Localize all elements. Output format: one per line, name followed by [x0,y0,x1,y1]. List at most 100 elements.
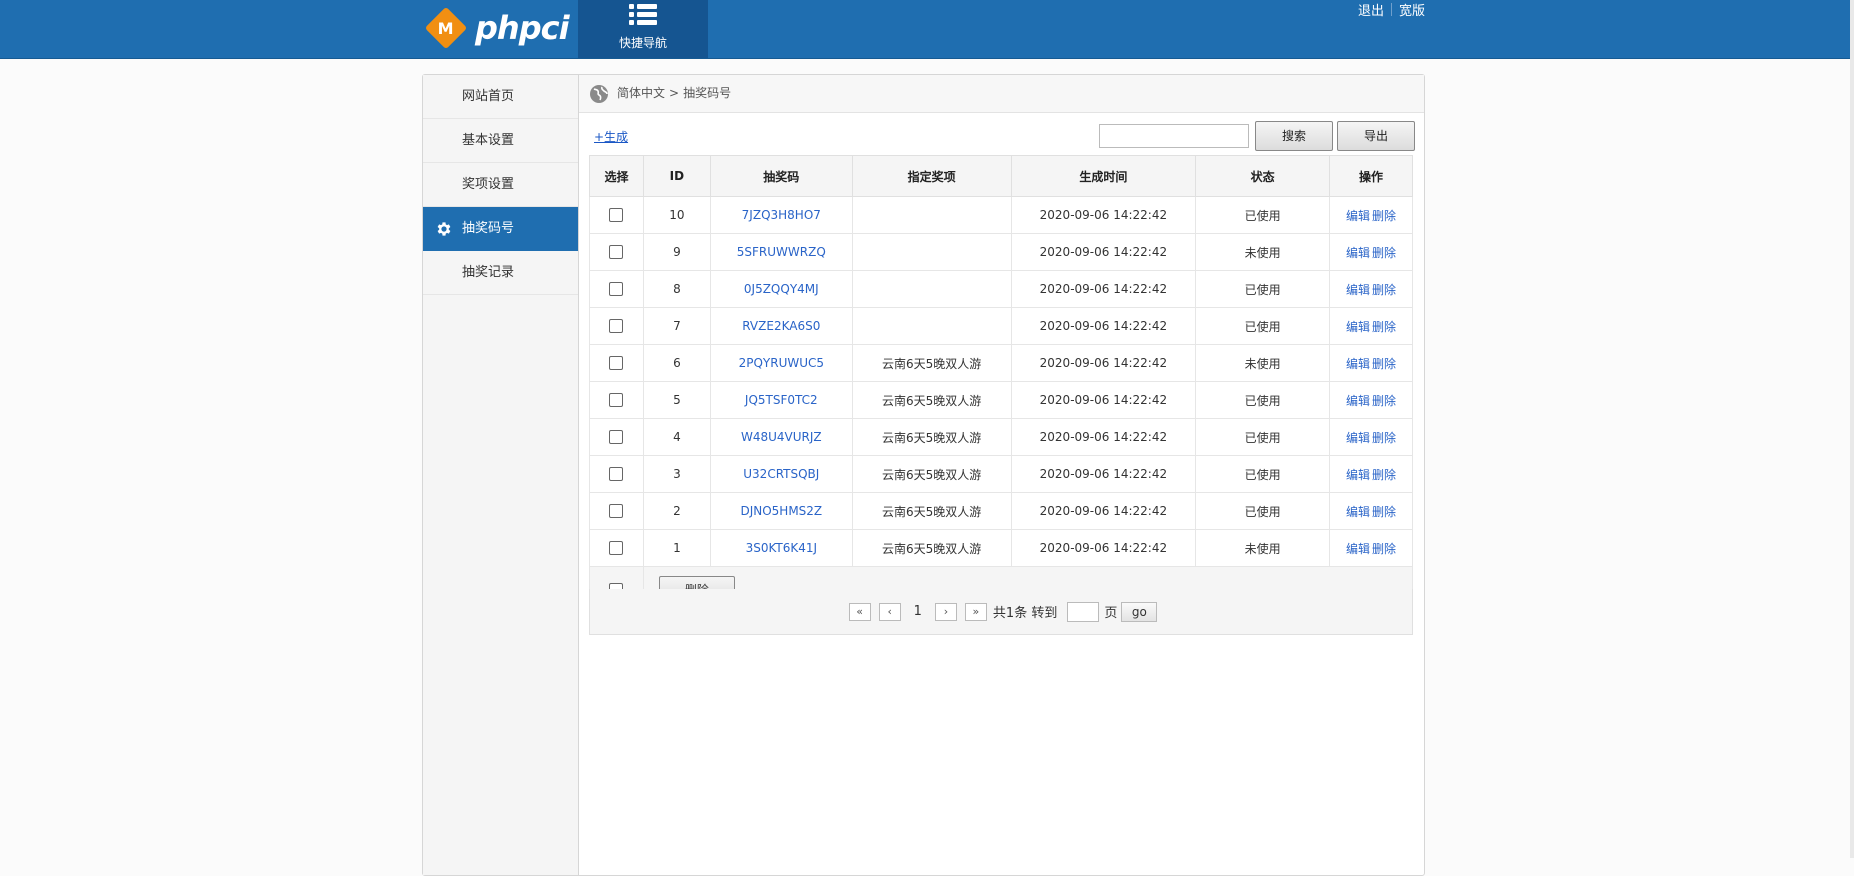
edit-link[interactable]: 编辑 [1346,394,1370,408]
cell-actions: 编辑 删除 [1329,270,1413,308]
cell-status: 已使用 [1195,418,1331,456]
quick-nav-button[interactable]: 快捷导航 [578,0,708,58]
generate-link[interactable]: +生成 [594,128,628,145]
cell-code[interactable]: 2PQYRUWUC5 [709,344,853,382]
row-checkbox[interactable] [609,282,624,297]
col-header-actions: 操作 [1329,155,1413,197]
search-input[interactable] [1099,124,1249,148]
page-scrollbar[interactable] [1850,0,1854,858]
first-page-button[interactable]: « [848,602,871,621]
row-checkbox[interactable] [609,208,624,223]
delete-link[interactable]: 删除 [1372,468,1396,482]
sidebar-item-prize-settings[interactable]: 奖项设置 [423,163,578,207]
delete-link[interactable]: 删除 [1372,320,1396,334]
cell-time: 2020-09-06 14:22:42 [1010,492,1197,530]
cell-prize: 云南6天5晚双人游 [851,418,1012,456]
cell-code[interactable]: W48U4VURJZ [709,418,853,456]
cell-actions: 编辑 删除 [1329,196,1413,234]
row-checkbox[interactable] [609,245,624,260]
delete-link[interactable]: 删除 [1372,394,1396,408]
breadcrumb: 简体中文 > 抽奖码号 [579,75,1424,113]
header-divider [1391,3,1393,16]
cell-actions: 编辑 删除 [1329,381,1413,419]
edit-link[interactable]: 编辑 [1346,283,1370,297]
table-row: 1 3S0KT6K41J 云南6天5晚双人游 2020-09-06 14:22:42 未… [589,529,1413,567]
prev-page-button[interactable]: ‹ [878,602,901,621]
cell-id: 3 [642,455,711,493]
cell-time: 2020-09-06 14:22:42 [1010,529,1197,567]
breadcrumb-root[interactable]: 简体中文 [617,75,665,112]
cell-id: 8 [642,270,711,308]
sidebar-item-lottery-records[interactable]: 抽奖记录 [423,251,578,295]
edit-link[interactable]: 编辑 [1346,357,1370,371]
cell-code[interactable]: 3S0KT6K41J [709,529,853,567]
table-row: 10 7JZQ3H8HO7 2020-09-06 14:22:42 已使用 编辑 删除 [589,196,1413,234]
cell-id: 10 [642,196,711,234]
cell-code[interactable]: 0J5ZQQY4MJ [709,270,853,308]
delete-link[interactable]: 删除 [1372,283,1396,297]
cell-time: 2020-09-06 14:22:42 [1010,381,1197,419]
cell-status: 未使用 [1195,344,1331,382]
export-button[interactable]: 导出 [1337,121,1415,151]
globe-icon [590,84,608,103]
edit-link[interactable]: 编辑 [1346,209,1370,223]
last-page-button[interactable]: » [964,602,987,621]
delete-link[interactable]: 删除 [1372,505,1396,519]
col-header-prize: 指定奖项 [851,155,1012,197]
edit-link[interactable]: 编辑 [1346,320,1370,334]
cell-code[interactable]: 7JZQ3H8HO7 [709,196,853,234]
edit-link[interactable]: 编辑 [1346,431,1370,445]
col-header-id[interactable]: ID [642,155,711,197]
cell-code[interactable]: RVZE2KA6S0 [709,307,853,345]
edit-link[interactable]: 编辑 [1346,468,1370,482]
row-checkbox[interactable] [609,319,624,334]
edit-link[interactable]: 编辑 [1346,246,1370,260]
cell-prize [851,233,1012,271]
next-page-button[interactable]: › [934,602,957,621]
row-checkbox[interactable] [609,393,624,408]
cell-code[interactable]: JQ5TSF0TC2 [709,381,853,419]
wide-layout-link[interactable]: 宽版 [1399,0,1425,19]
cell-status: 已使用 [1195,455,1331,493]
cell-time: 2020-09-06 14:22:42 [1010,344,1197,382]
lottery-code-table: 选择 ID 抽奖码 指定奖项 生成时间 状态 操作 10 7JZQ3H8HO7 20… [589,155,1414,614]
go-button[interactable]: go [1121,601,1158,622]
breadcrumb-separator: > [669,86,680,100]
delete-link[interactable]: 删除 [1372,431,1396,445]
row-checkbox[interactable] [609,504,624,519]
page-jump-input[interactable] [1067,601,1100,622]
sidebar-item-lottery-codes[interactable]: 抽奖码号 [423,207,578,251]
logo[interactable]: M phpci [424,6,570,50]
cell-actions: 编辑 删除 [1329,529,1413,567]
edit-link[interactable]: 编辑 [1346,542,1370,556]
cell-id: 4 [642,418,711,456]
delete-link[interactable]: 删除 [1372,209,1396,223]
header-links: 退出 宽版 [1358,0,1425,19]
sidebar-item-home[interactable]: 网站首页 [423,75,578,119]
delete-link[interactable]: 删除 [1372,246,1396,260]
cell-code[interactable]: DJNO5HMS2Z [709,492,853,530]
edit-link[interactable]: 编辑 [1346,505,1370,519]
row-checkbox[interactable] [609,356,624,371]
content-area: 简体中文 > 抽奖码号 +生成 搜索 导出 选择 ID 抽奖码 指定奖项 生成时… [579,75,1424,875]
logout-link[interactable]: 退出 [1358,0,1384,19]
table-row: 9 5SFRUWWRZQ 2020-09-06 14:22:42 未使用 编辑 删除 [589,233,1413,271]
cell-id: 7 [642,307,711,345]
row-checkbox[interactable] [609,541,624,556]
current-page-number[interactable]: 1 [914,604,922,619]
cell-code[interactable]: U32CRTSQBJ [709,455,853,493]
table-row: 5 JQ5TSF0TC2 云南6天5晚双人游 2020-09-06 14:22:42 已… [589,381,1413,419]
cell-code[interactable]: 5SFRUWWRZQ [709,233,853,271]
row-checkbox[interactable] [609,430,624,445]
sidebar-item-basic-settings[interactable]: 基本设置 [423,119,578,163]
cell-prize: 云南6天5晚双人游 [851,344,1012,382]
delete-link[interactable]: 删除 [1372,357,1396,371]
cell-actions: 编辑 删除 [1329,455,1413,493]
row-checkbox[interactable] [609,467,624,482]
cell-time: 2020-09-06 14:22:42 [1010,307,1197,345]
table-row: 6 2PQYRUWUC5 云南6天5晚双人游 2020-09-06 14:22:42 未… [589,344,1413,382]
search-button[interactable]: 搜索 [1255,121,1333,151]
delete-link[interactable]: 删除 [1372,542,1396,556]
top-header: M phpci 快捷导航 退出 宽版 [0,0,1850,59]
pagination: « ‹ 1 › » 共1条 转到 页 go [589,589,1413,635]
